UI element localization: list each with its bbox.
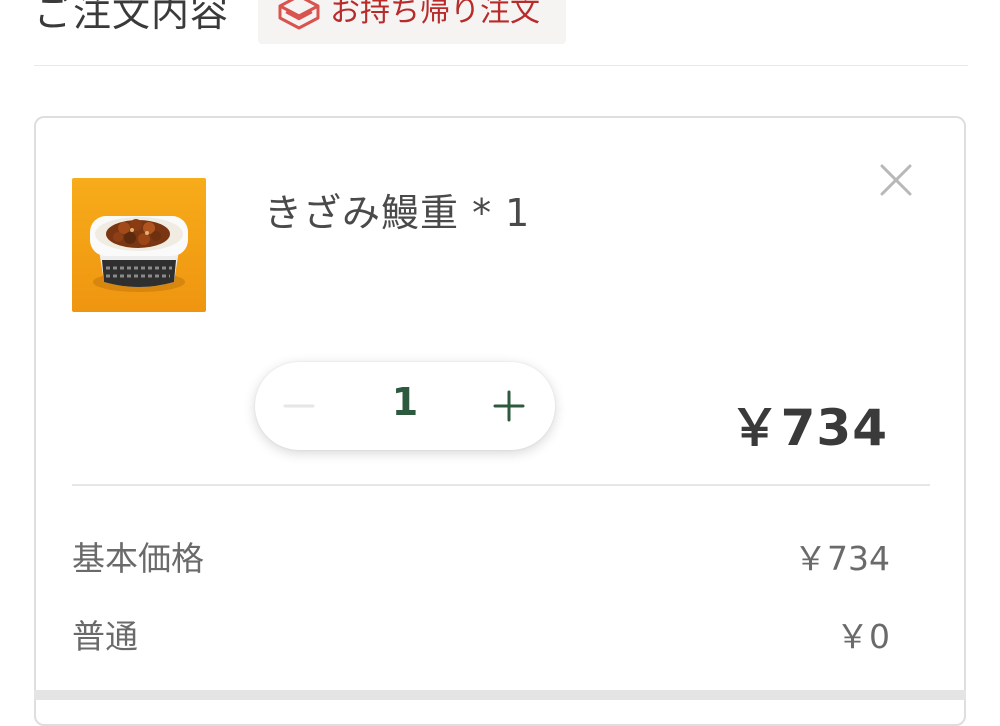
breakdown-label-base-price: 基本価格 xyxy=(72,539,204,578)
takeout-box-icon xyxy=(278,0,320,30)
header-divider xyxy=(34,65,968,66)
item-thumbnail xyxy=(72,178,206,312)
close-icon xyxy=(880,164,912,196)
increase-quantity-button[interactable] xyxy=(487,384,531,428)
page-title: ご注文内容 xyxy=(34,0,230,35)
decrease-quantity-button[interactable] xyxy=(277,386,323,426)
card-bottom-edge xyxy=(34,690,966,700)
quantity-value: 1 xyxy=(391,380,419,424)
plus-icon xyxy=(493,390,525,422)
card-divider xyxy=(72,484,930,486)
item-name: きざみ鰻重 * 1 xyxy=(264,191,531,235)
breakdown-label-size: 普通 xyxy=(72,617,138,656)
quantity-stepper: 1 xyxy=(255,362,555,450)
takeout-badge: お持ち帰り注文 xyxy=(258,0,566,44)
breakdown-value-base-price: ￥734 xyxy=(794,539,890,578)
item-price: ￥734 xyxy=(729,399,888,457)
kizami-unaju-photo xyxy=(72,178,206,312)
takeout-label: お持ち帰り注文 xyxy=(330,0,540,29)
order-header: ご注文内容 お持ち帰り注文 xyxy=(0,0,1000,66)
order-item-card: きざみ鰻重 * 1 1 ￥734 基本価格 ￥734 普通 ￥0 xyxy=(34,116,966,726)
breakdown-value-size: ￥0 xyxy=(836,617,890,656)
remove-item-button[interactable] xyxy=(878,162,914,198)
minus-icon xyxy=(283,404,315,408)
